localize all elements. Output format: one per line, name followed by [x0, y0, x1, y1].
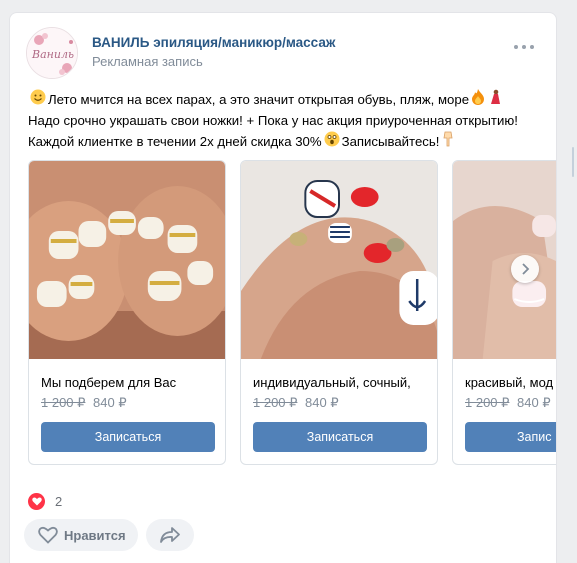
- chevron-right-icon[interactable]: [511, 255, 539, 283]
- product-title: индивидуальный, сочный,: [253, 375, 411, 390]
- product-title: красивый, мод: [465, 375, 554, 390]
- heart-outline-icon: [38, 526, 58, 544]
- post-text-line-1: Лето мчится на всех парах, а это значит …: [48, 92, 470, 107]
- product-image-white-gold-pedicure[interactable]: [29, 161, 225, 359]
- post-text-line-2: Надо срочно украшать свои ножки! + Пока …: [28, 113, 518, 128]
- like-button[interactable]: Нравится: [24, 519, 138, 551]
- post-actions: Нравится: [24, 519, 202, 551]
- old-price: 1 200 ₽: [41, 395, 86, 410]
- new-price: 840 ₽: [517, 395, 551, 410]
- avatar[interactable]: Ваниль: [26, 27, 78, 79]
- product-card[interactable]: красивый, мод 1 200 ₽ 840 ₽ Запис: [452, 160, 557, 465]
- scrollbar[interactable]: [572, 147, 574, 177]
- like-label: Нравится: [64, 527, 126, 543]
- post-text-line-3: Каждой клиентке в течении 2х дней скидка…: [28, 134, 322, 149]
- likes-count: 2: [55, 494, 63, 509]
- new-price: 840 ₽: [93, 395, 127, 410]
- more-options-icon[interactable]: [514, 41, 534, 53]
- book-button[interactable]: Записаться: [253, 422, 427, 452]
- ad-label: Рекламная запись: [92, 54, 203, 69]
- book-button[interactable]: Записаться: [41, 422, 215, 452]
- product-price: 1 200 ₽ 840 ₽: [465, 395, 551, 411]
- fire-emoji-icon: [471, 89, 485, 111]
- product-card[interactable]: Мы подберем для Вас 1 200 ₽ 840 ₽ Записа…: [28, 160, 226, 465]
- new-price: 840 ₽: [305, 395, 339, 410]
- product-image-french-pedicure[interactable]: [453, 161, 557, 359]
- product-carousel[interactable]: Мы подберем для Вас 1 200 ₽ 840 ₽ Записа…: [10, 160, 556, 465]
- book-button[interactable]: Запис: [465, 422, 556, 452]
- pointing-down-emoji-icon: [441, 131, 455, 153]
- old-price: 1 200 ₽: [253, 395, 298, 410]
- post-header: Ваниль ВАНИЛЬ эпиляция/маникюр/массаж Ре…: [10, 13, 556, 83]
- product-image-nautical-pedicure[interactable]: [241, 161, 437, 359]
- post-card: Ваниль ВАНИЛЬ эпиляция/маникюр/массаж Ре…: [9, 12, 557, 563]
- heart-icon: [28, 493, 45, 510]
- share-arrow-icon: [160, 527, 180, 543]
- product-title: Мы подберем для Вас: [41, 375, 177, 390]
- author-name[interactable]: ВАНИЛЬ эпиляция/маникюр/массаж: [92, 35, 335, 50]
- astonished-emoji-icon: [324, 131, 340, 153]
- likes-summary[interactable]: 2: [28, 493, 62, 510]
- post-text-line-3b: Записывайтесь!: [341, 134, 440, 149]
- dancer-emoji-icon: [489, 89, 503, 111]
- product-price: 1 200 ₽ 840 ₽: [253, 395, 339, 411]
- product-price: 1 200 ₽ 840 ₽: [41, 395, 127, 411]
- post-text: Лето мчится на всех парах, а это значит …: [28, 89, 548, 153]
- share-button[interactable]: [146, 519, 194, 551]
- old-price: 1 200 ₽: [465, 395, 510, 410]
- product-card[interactable]: индивидуальный, сочный, 1 200 ₽ 840 ₽ За…: [240, 160, 438, 465]
- avatar-logo-text: Ваниль: [31, 48, 74, 61]
- smile-emoji-icon: [30, 89, 46, 111]
